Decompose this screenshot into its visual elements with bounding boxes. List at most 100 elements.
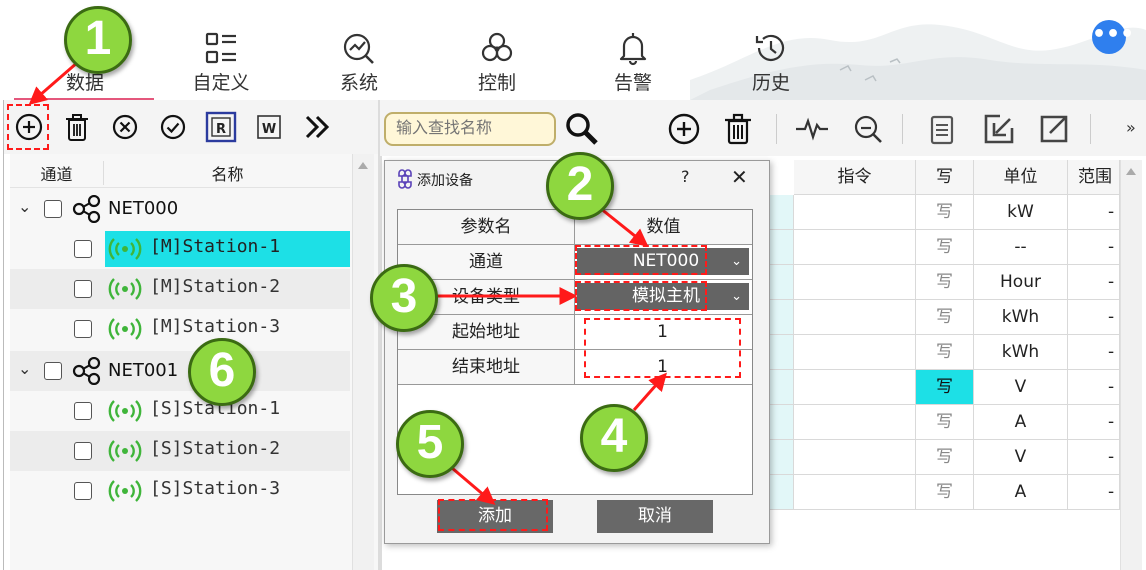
toolbar-overflow-button[interactable]: » <box>1126 118 1136 137</box>
col-header-command[interactable]: 指令 <box>794 160 916 195</box>
write-cell[interactable]: 写 <box>916 300 974 335</box>
write-cell[interactable]: 写 <box>916 265 974 300</box>
command-cell[interactable] <box>794 300 916 335</box>
station-label: [M]Station-2 <box>150 276 281 297</box>
command-cell[interactable] <box>794 195 916 230</box>
unit-cell: V <box>974 440 1068 475</box>
write-cell[interactable]: 写 <box>916 475 974 510</box>
col-header-unit[interactable]: 单位 <box>974 160 1068 195</box>
table-cell <box>770 265 794 300</box>
chevron-down-icon[interactable]: ⌄ <box>18 359 31 378</box>
dialog-title: 添加设备 <box>417 173 473 189</box>
step-badge-3: 3 <box>370 264 438 332</box>
read-button[interactable]: R <box>204 110 238 144</box>
unit-cell: kWh <box>974 335 1068 370</box>
tree-station-row[interactable]: [S]Station-2 <box>10 431 350 471</box>
station-checkbox[interactable] <box>74 482 92 500</box>
tree-station-row[interactable]: [S]Station-1 <box>10 391 350 431</box>
write-cell[interactable]: 写 <box>916 335 974 370</box>
nav-history-label: 历史 <box>751 72 790 94</box>
write-cell[interactable]: 写 <box>916 230 974 265</box>
nav-alarm[interactable]: 告警 <box>588 30 678 100</box>
chevron-down-icon: ⌄ <box>731 289 742 304</box>
export-button[interactable] <box>1036 111 1072 147</box>
station-checkbox[interactable] <box>74 240 92 258</box>
signal-icon <box>108 238 142 260</box>
nav-custom[interactable]: 自定义 <box>176 30 266 100</box>
cancel-button[interactable]: 取消 <box>597 500 713 533</box>
signal-icon <box>108 278 142 300</box>
search-input[interactable] <box>386 114 554 144</box>
data-toolbar: » <box>380 100 1146 156</box>
tree-scrollbar[interactable] <box>352 154 374 570</box>
add-button[interactable] <box>666 111 702 147</box>
unit-cell: Hour <box>974 265 1068 300</box>
tree-node-net000[interactable]: ⌄ NET000 <box>10 189 350 229</box>
station-checkbox[interactable] <box>74 442 92 460</box>
import-button[interactable] <box>980 111 1016 147</box>
highlight-device-type-select <box>575 281 707 311</box>
confirm-button[interactable] <box>156 110 190 144</box>
panel-splitter[interactable] <box>378 100 382 570</box>
scroll-up-arrow[interactable] <box>358 162 368 169</box>
command-cell[interactable] <box>794 265 916 300</box>
write-cell[interactable]: 写 <box>916 440 974 475</box>
write-w-icon: W <box>257 115 281 139</box>
nav-system[interactable]: 系统 <box>314 30 404 100</box>
command-cell[interactable] <box>794 230 916 265</box>
zoom-button[interactable] <box>850 111 886 147</box>
search-box[interactable] <box>384 112 556 146</box>
tree-station-row[interactable]: [M]Station-2 <box>10 269 350 309</box>
chevron-down-icon[interactable]: ⌄ <box>18 197 31 216</box>
plus-circle-icon <box>668 113 700 145</box>
remove-button[interactable] <box>108 110 142 144</box>
command-cell[interactable] <box>794 440 916 475</box>
station-checkbox[interactable] <box>74 402 92 420</box>
search-button[interactable] <box>564 111 600 147</box>
more-options-button[interactable]: ••• <box>1092 20 1134 54</box>
write-cell[interactable]: 写 <box>916 370 974 405</box>
expand-toolbar-button[interactable] <box>300 110 334 144</box>
scroll-up-arrow[interactable] <box>1126 168 1136 175</box>
node-checkbox[interactable] <box>44 362 62 380</box>
tree-station-row[interactable]: [M]Station-3 <box>10 309 350 349</box>
help-button[interactable]: ? <box>681 167 690 186</box>
table-scrollbar[interactable] <box>1120 160 1142 570</box>
delete-button[interactable] <box>720 111 756 147</box>
range-cell: -- <box>1068 195 1120 230</box>
range-cell: -- <box>1068 370 1120 405</box>
svg-text:W: W <box>262 122 276 137</box>
station-checkbox[interactable] <box>74 320 92 338</box>
tree-station-row[interactable]: [S]Station-3 <box>10 471 350 511</box>
command-cell[interactable] <box>794 335 916 370</box>
check-circle-icon <box>160 114 186 140</box>
write-cell[interactable]: 写 <box>916 405 974 440</box>
nav-custom-label: 自定义 <box>192 72 250 94</box>
command-cell[interactable] <box>794 370 916 405</box>
tree-header-channel: 通道 <box>10 161 104 185</box>
waveform-button[interactable] <box>794 111 830 147</box>
double-chevron-right-icon <box>305 115 330 139</box>
copy-button[interactable] <box>924 111 960 147</box>
param-name-cell: 结束地址 <box>398 350 575 385</box>
close-button[interactable]: ✕ <box>731 165 748 189</box>
table-cell <box>770 335 794 370</box>
nav-history[interactable]: 历史 <box>726 30 816 100</box>
node-checkbox[interactable] <box>44 200 62 218</box>
biohazard-control-icon <box>481 32 513 62</box>
tree-node-net001[interactable]: ⌄ NET001 <box>10 351 350 391</box>
station-label: [S]Station-3 <box>150 478 281 499</box>
system-settings-icon <box>343 33 374 64</box>
command-cell[interactable] <box>794 475 916 510</box>
tree-station-row[interactable]: [M]Station-1 <box>10 229 350 269</box>
nav-control[interactable]: 控制 <box>452 30 542 100</box>
command-cell[interactable] <box>794 405 916 440</box>
col-header-range[interactable]: 范围 <box>1068 160 1120 195</box>
highlight-add-button <box>438 499 548 531</box>
col-header-write[interactable]: 写 <box>916 160 974 195</box>
station-label: [M]Station-3 <box>150 316 281 337</box>
write-cell[interactable]: 写 <box>916 195 974 230</box>
station-checkbox[interactable] <box>74 280 92 298</box>
write-button[interactable]: W <box>252 110 286 144</box>
delete-button[interactable] <box>60 110 94 144</box>
